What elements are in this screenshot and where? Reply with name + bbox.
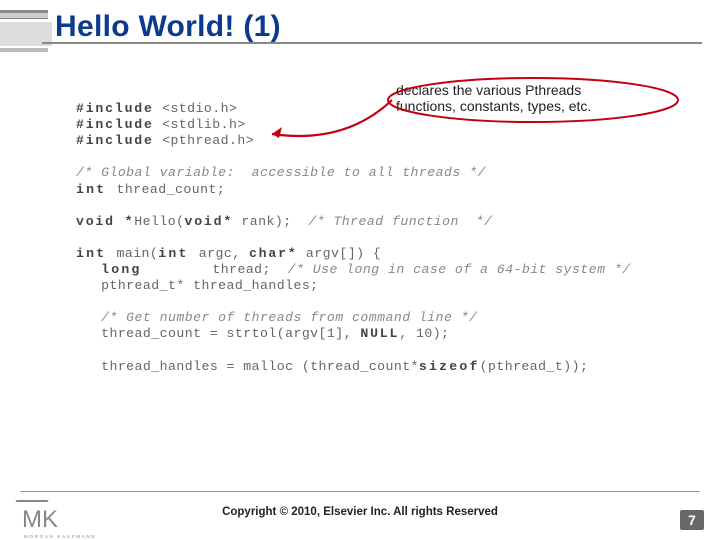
copyright-text: Copyright © 2010, Elsevier Inc. All righ… bbox=[0, 506, 720, 518]
kw: void * bbox=[76, 214, 134, 229]
code-text: <stdlib.h> bbox=[154, 117, 246, 132]
code-comment: /* Use long in case of a 64-bit system *… bbox=[288, 262, 631, 277]
code-text: thread; bbox=[212, 262, 287, 277]
kw: int bbox=[158, 246, 198, 261]
page-title: Hello World! (1) bbox=[55, 10, 281, 44]
kw: void* bbox=[184, 214, 233, 229]
code-text: <pthread.h> bbox=[154, 133, 254, 148]
kw: int bbox=[76, 246, 116, 261]
code-text: (pthread_t)); bbox=[480, 359, 589, 374]
logo-subtext: MORGAN KAUFMANN bbox=[24, 534, 96, 539]
code-text: pthread_t* thread_handles; bbox=[76, 278, 319, 293]
code-text: thread_count = strtol(argv[1], bbox=[76, 326, 360, 341]
kw: #include bbox=[76, 117, 154, 132]
code-text: argc, bbox=[199, 246, 249, 261]
code-text: thread_count; bbox=[116, 182, 225, 197]
code-text: , 10); bbox=[399, 326, 449, 341]
code-text: rank); bbox=[233, 214, 308, 229]
code-text: <stdio.h> bbox=[154, 101, 238, 116]
kw: #include bbox=[76, 133, 154, 148]
divider bbox=[20, 491, 700, 493]
kw: #include bbox=[76, 101, 154, 116]
kw: NULL bbox=[360, 326, 399, 341]
kw: long bbox=[101, 262, 212, 277]
divider bbox=[42, 42, 702, 44]
title-band: Hello World! (1) bbox=[0, 10, 720, 50]
kw: sizeof bbox=[419, 359, 480, 374]
code-comment: /* Global variable: accessible to all th… bbox=[76, 165, 486, 180]
code-block: #include <stdio.h> #include <stdlib.h> #… bbox=[76, 85, 690, 391]
kw: int bbox=[76, 182, 116, 197]
code-text: Hello( bbox=[134, 214, 184, 229]
title-decor-icon bbox=[0, 12, 48, 19]
code-comment: /* Get number of threads from command li… bbox=[101, 310, 477, 325]
page-number: 7 bbox=[680, 510, 704, 530]
title-decor-icon bbox=[0, 48, 48, 52]
kw: char* bbox=[249, 246, 298, 261]
code-comment: /* Thread function */ bbox=[308, 214, 492, 229]
slide: Hello World! (1) declares the various Pt… bbox=[0, 0, 720, 540]
code-text: thread_handles = malloc (thread_count* bbox=[76, 359, 419, 374]
code-text: main( bbox=[116, 246, 158, 261]
code-text: argv[]) { bbox=[298, 246, 382, 261]
